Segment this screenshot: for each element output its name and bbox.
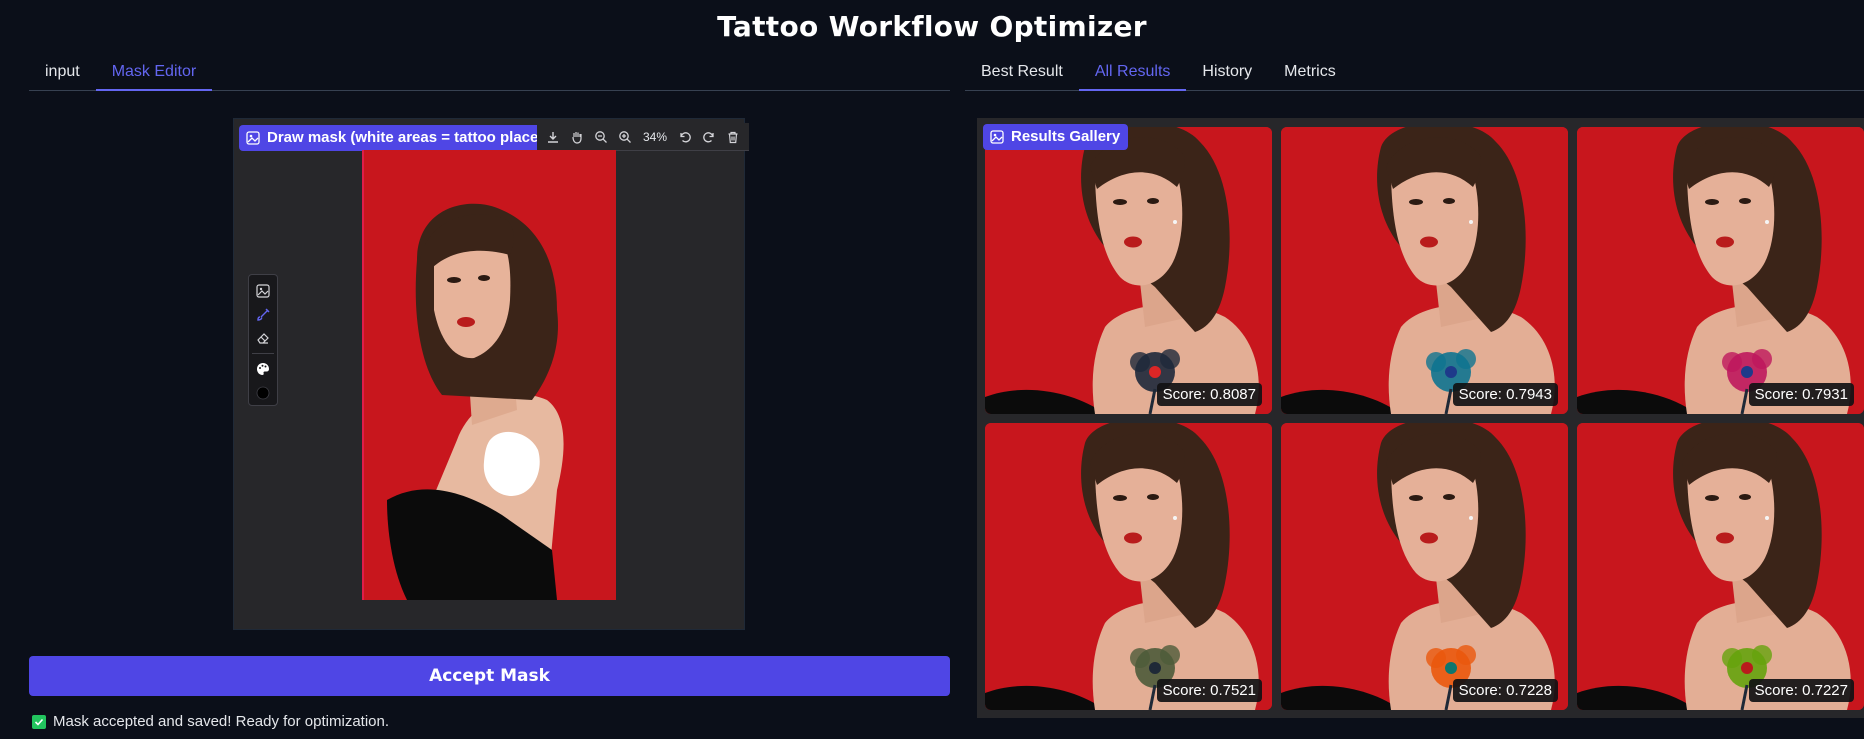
result-image [1281,127,1568,414]
score-badge: Score: 0.8087 [1156,383,1262,406]
check-icon [32,714,46,729]
download-icon[interactable] [541,125,565,149]
tab-history[interactable]: History [1186,54,1268,90]
pan-hand-icon[interactable] [565,125,589,149]
gallery-item[interactable]: Score: 0.7931 [1577,127,1864,414]
gallery-item[interactable]: Score: 0.8087 [985,127,1272,414]
gallery-label-text: Results Gallery [1011,128,1121,145]
gallery-item[interactable]: Score: 0.7228 [1281,423,1568,710]
portrait-image [362,150,616,600]
mask-editor[interactable]: Draw mask (white areas = tattoo placemen… [233,118,750,630]
tab-metrics[interactable]: Metrics [1268,54,1352,90]
side-toolbar [248,274,278,406]
app-title: Tattoo Workflow Optimizer [717,10,1147,43]
editor-toolbar: 34% [537,123,750,151]
zoom-out-icon[interactable] [589,125,613,149]
results-gallery: Results Gallery Score: 0.8087 Score: 0.79… [977,118,1864,718]
left-tab-bar: input Mask Editor [29,54,950,91]
redo-icon[interactable] [697,125,721,149]
brush-icon[interactable] [251,303,275,327]
image-icon [246,131,260,145]
undo-icon[interactable] [673,125,697,149]
status-text: Mask accepted and saved! Ready for optim… [53,713,390,730]
image-icon[interactable] [251,279,275,303]
zoom-in-icon[interactable] [613,125,637,149]
gallery-item[interactable]: Score: 0.7521 [985,423,1272,710]
score-badge: Score: 0.7228 [1452,679,1558,702]
score-badge: Score: 0.7521 [1156,679,1262,702]
image-icon [990,130,1004,144]
gallery-item[interactable]: Score: 0.7227 [1577,423,1864,710]
gallery-label: Results Gallery [983,124,1129,150]
gallery-item[interactable]: Score: 0.7943 [1281,127,1568,414]
tab-all-results[interactable]: All Results [1078,54,1187,91]
mask-status: Mask accepted and saved! Ready for optim… [32,713,389,730]
score-badge: Score: 0.7943 [1452,383,1558,406]
tab-best-result[interactable]: Best Result [965,54,1079,90]
result-image [985,127,1272,414]
result-image [1281,423,1568,710]
result-image [985,423,1272,710]
tab-mask-editor[interactable]: Mask Editor [95,54,213,91]
color-swatch-icon[interactable] [251,381,275,405]
palette-icon[interactable] [251,357,275,381]
accept-mask-button[interactable]: Accept Mask [29,656,950,696]
right-tab-bar: Best Result All Results History Metrics [965,54,1864,91]
result-image [1577,127,1864,414]
mask-editor-label-text: Draw mask (white areas = tattoo placemen… [267,129,580,146]
result-image [1577,423,1864,710]
trash-icon[interactable] [721,125,745,149]
score-badge: Score: 0.7227 [1748,679,1854,702]
score-badge: Score: 0.7931 [1748,383,1854,406]
tab-input[interactable]: input [29,54,96,90]
mask-canvas[interactable] [362,150,616,600]
toolbar-divider [252,353,274,355]
eraser-icon[interactable] [251,327,275,351]
zoom-level: 34% [643,129,668,144]
